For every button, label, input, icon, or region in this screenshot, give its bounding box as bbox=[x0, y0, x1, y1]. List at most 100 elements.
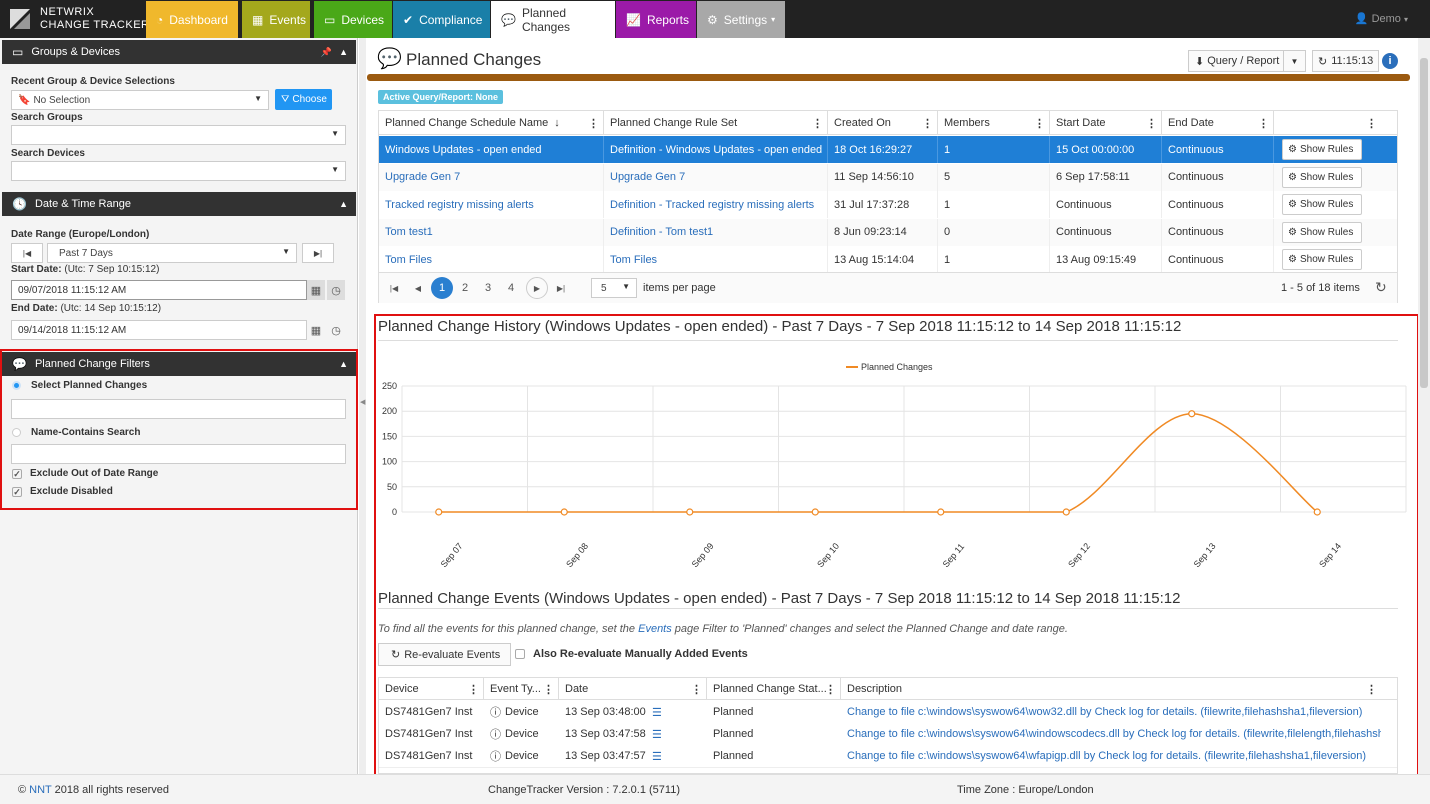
collapse-icon[interactable]: ▲ bbox=[339, 199, 348, 209]
header-schedule-name[interactable]: Planned Change Schedule Name ↓ ⋮ bbox=[379, 111, 604, 135]
header-description[interactable]: Description ⋮ bbox=[841, 678, 1381, 700]
events-link[interactable]: Events bbox=[638, 623, 672, 635]
table-row[interactable]: DS7481Gen7 Inst ⓘ Device 13 Sep 03:48:00 ☰ Pl… bbox=[379, 701, 1397, 723]
header-actions[interactable]: ⋮ bbox=[1274, 111, 1381, 135]
column-menu-icon[interactable]: ⋮ bbox=[1258, 117, 1269, 130]
also-reevaluate-checkbox[interactable]: Also Re-evaluate Manually Added Events bbox=[515, 648, 748, 660]
show-rules-button[interactable]: ⚙ Show Rules bbox=[1282, 194, 1362, 215]
column-menu-icon[interactable]: ⋮ bbox=[691, 683, 702, 696]
column-menu-icon[interactable]: ⋮ bbox=[922, 117, 933, 130]
last-page-icon[interactable]: ▶| bbox=[550, 277, 572, 299]
chevron-down-icon[interactable]: ▼ bbox=[1283, 51, 1305, 71]
header-event-type[interactable]: Event Ty... ⋮ bbox=[484, 678, 559, 700]
header-device[interactable]: Device ⋮ bbox=[379, 678, 484, 700]
prev-range-button[interactable]: |◀ bbox=[11, 243, 43, 263]
details-list-icon[interactable]: ☰ bbox=[652, 706, 662, 719]
grid-cell[interactable]: Windows Updates - open ended bbox=[379, 136, 604, 163]
splitter[interactable]: ◀ bbox=[359, 38, 366, 774]
grid-cell[interactable]: Change to file c:\windows\syswow64\wow32… bbox=[841, 701, 1381, 723]
header-created-on[interactable]: Created On ⋮ bbox=[828, 111, 938, 135]
show-rules-button[interactable]: ⚙ Show Rules bbox=[1282, 139, 1362, 160]
refresh-time-button[interactable]: ↻ 11:15:13 bbox=[1312, 50, 1379, 72]
user-menu[interactable]: 👤 Demo ▾ bbox=[1355, 12, 1408, 25]
clock-icon[interactable]: ◷ bbox=[327, 320, 345, 340]
grid-cell[interactable]: Definition - Windows Updates - open ende… bbox=[604, 136, 828, 163]
info-icon[interactable]: i bbox=[1382, 53, 1398, 69]
search-devices-select[interactable]: ▼ bbox=[11, 161, 346, 181]
grid-cell[interactable]: Change to file c:\windows\syswow64\windo… bbox=[841, 723, 1381, 745]
column-menu-icon[interactable]: ⋮ bbox=[468, 683, 479, 696]
planned-changes-select-input[interactable] bbox=[11, 399, 346, 419]
column-menu-icon[interactable]: ⋮ bbox=[543, 683, 554, 696]
grid-cell[interactable]: Definition - Tom test1 bbox=[604, 218, 828, 246]
show-rules-button[interactable]: ⚙ Show Rules bbox=[1282, 221, 1362, 243]
end-date-input[interactable]: 09/14/2018 11:15:12 AM bbox=[11, 320, 307, 340]
header-start-date[interactable]: Start Date ⋮ bbox=[1050, 111, 1162, 135]
prev-page-icon[interactable]: ◀ bbox=[407, 277, 429, 299]
column-menu-icon[interactable]: ⋮ bbox=[1366, 683, 1377, 696]
header-rule-set[interactable]: Planned Change Rule Set ⋮ bbox=[604, 111, 828, 135]
column-menu-icon[interactable]: ⋮ bbox=[1366, 117, 1377, 130]
details-list-icon[interactable]: ☰ bbox=[652, 750, 662, 763]
tab-devices[interactable]: ▭ Devices bbox=[314, 1, 392, 38]
grid-cell[interactable]: Upgrade Gen 7 bbox=[604, 163, 828, 191]
recent-selections-select[interactable]: 🔖 No Selection ▼ bbox=[11, 90, 269, 110]
grid-cell[interactable]: Change to file c:\windows\syswow64\wfapi… bbox=[841, 745, 1381, 767]
exclude-out-of-range-checkbox[interactable]: ✓ Exclude Out of Date Range bbox=[12, 468, 158, 479]
tab-settings[interactable]: ⚙ Settings ▾ bbox=[697, 1, 785, 38]
next-page-icon[interactable]: ▶ bbox=[526, 277, 548, 299]
date-range-select[interactable]: Past 7 Days ▼ bbox=[47, 243, 297, 263]
pin-icon[interactable]: 📌 bbox=[321, 47, 332, 58]
app-logo[interactable]: NETWRIX CHANGE TRACKER bbox=[8, 5, 149, 33]
groups-devices-header[interactable]: ▭ Groups & Devices 📌 ▲ bbox=[2, 40, 356, 64]
next-range-button[interactable]: ▶| bbox=[302, 243, 334, 263]
show-rules-button[interactable]: ⚙ Show Rules bbox=[1282, 249, 1362, 270]
grid-cell[interactable]: Tom Files bbox=[604, 246, 828, 273]
start-date-input[interactable]: 09/07/2018 11:15:12 AM bbox=[11, 280, 307, 300]
reevaluate-events-button[interactable]: ↻ Re-evaluate Events bbox=[378, 643, 511, 666]
tab-events[interactable]: ▦ Events bbox=[242, 1, 310, 38]
table-row[interactable]: DS7481Gen7 Inst ⓘ Device 13 Sep 03:47:58 ☰ Pl… bbox=[379, 723, 1397, 745]
page-3[interactable]: 3 bbox=[477, 277, 499, 299]
page-2[interactable]: 2 bbox=[454, 277, 476, 299]
page-scrollbar[interactable] bbox=[1418, 38, 1430, 774]
per-page-select[interactable]: 5 ▼ bbox=[591, 278, 637, 298]
collapse-icon[interactable]: ▲ bbox=[339, 47, 348, 57]
tab-dashboard[interactable]: ◔ Dashboard bbox=[146, 1, 238, 38]
grid-cell[interactable]: Tracked registry missing alerts bbox=[379, 191, 604, 218]
page-1[interactable]: 1 bbox=[431, 277, 453, 299]
query-report-button[interactable]: ⬇ Query / Report ▼ bbox=[1188, 50, 1306, 72]
exclude-disabled-checkbox[interactable]: ✓ Exclude Disabled bbox=[12, 486, 113, 497]
table-row[interactable]: Tom Files Tom Files 13 Aug 15:14:04 1 13 Aug… bbox=[379, 246, 1397, 273]
select-planned-changes-radio[interactable]: Select Planned Changes bbox=[12, 380, 147, 391]
page-4[interactable]: 4 bbox=[500, 277, 522, 299]
tab-compliance[interactable]: ✔ Compliance bbox=[393, 1, 490, 38]
grid-cell[interactable]: Tom test1 bbox=[379, 218, 604, 246]
table-row[interactable]: Upgrade Gen 7 Upgrade Gen 7 11 Sep 14:56:1… bbox=[379, 163, 1397, 191]
calendar-icon[interactable]: ▦ bbox=[307, 280, 325, 300]
clock-icon[interactable]: ◷ bbox=[327, 280, 345, 300]
header-end-date[interactable]: End Date ⋮ bbox=[1162, 111, 1274, 135]
search-groups-select[interactable]: ▼ bbox=[11, 125, 346, 145]
header-planned-status[interactable]: Planned Change Stat... ⋮ bbox=[707, 678, 841, 700]
header-date[interactable]: Date ⋮ bbox=[559, 678, 707, 700]
column-menu-icon[interactable]: ⋮ bbox=[825, 683, 836, 696]
column-menu-icon[interactable]: ⋮ bbox=[812, 117, 823, 130]
name-contains-input[interactable] bbox=[11, 444, 346, 464]
date-time-header[interactable]: 🕓 Date & Time Range ▲ bbox=[2, 192, 356, 216]
name-contains-radio[interactable]: Name-Contains Search bbox=[12, 427, 140, 438]
refresh-icon[interactable]: ↻ bbox=[1375, 279, 1387, 296]
tab-planned-changes[interactable]: 💬 Planned Changes bbox=[491, 1, 615, 38]
table-row[interactable]: Tom test1 Definition - Tom test1 8 Jun 09:… bbox=[379, 218, 1397, 246]
column-menu-icon[interactable]: ⋮ bbox=[1034, 117, 1045, 130]
scrollbar-thumb[interactable] bbox=[1420, 58, 1428, 388]
show-rules-button[interactable]: ⚙ Show Rules bbox=[1282, 166, 1362, 188]
first-page-icon[interactable]: |◀ bbox=[383, 277, 405, 299]
table-row[interactable]: Windows Updates - open ended Definition -… bbox=[379, 136, 1397, 163]
collapse-icon[interactable]: ▲ bbox=[339, 359, 348, 369]
header-members[interactable]: Members ⋮ bbox=[938, 111, 1050, 135]
column-menu-icon[interactable]: ⋮ bbox=[588, 117, 599, 130]
planned-change-filters-header[interactable]: 💬 Planned Change Filters ▲ bbox=[2, 352, 356, 376]
grid-cell[interactable]: Upgrade Gen 7 bbox=[379, 163, 604, 191]
details-list-icon[interactable]: ☰ bbox=[652, 728, 662, 741]
